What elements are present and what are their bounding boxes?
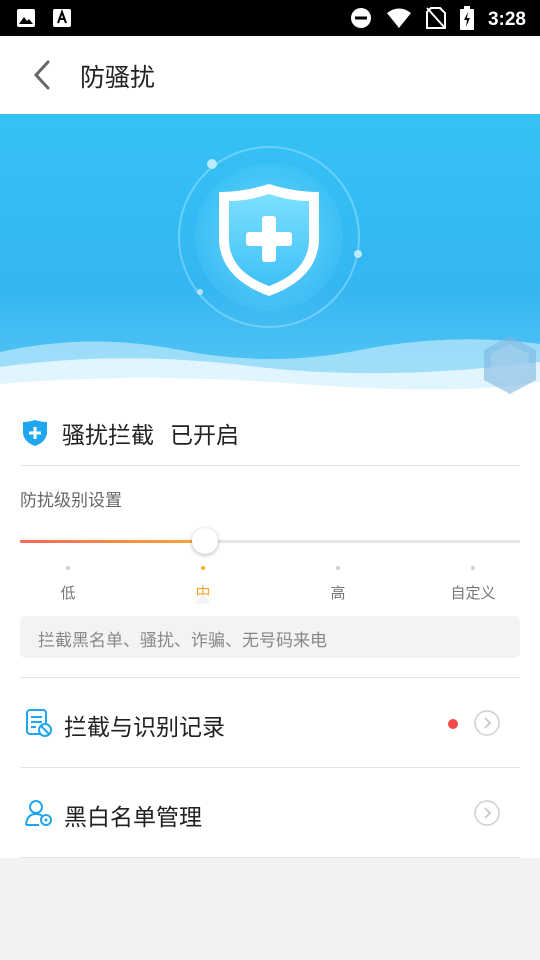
- wifi-icon: [386, 7, 412, 33]
- blacklist-menu-item[interactable]: 黑白名单管理: [0, 768, 540, 856]
- new-badge: [448, 719, 458, 729]
- wave-decoration: [0, 339, 540, 402]
- divider: [20, 857, 520, 858]
- level-section-title: 防扰级别设置: [20, 491, 122, 511]
- hero-banner: [0, 114, 540, 402]
- records-label: 拦截与识别记录: [64, 715, 225, 741]
- image-icon: [16, 8, 36, 32]
- watermark-logo: [482, 334, 538, 400]
- no-sim-icon: [425, 7, 446, 33]
- status-time: 3:28: [487, 9, 526, 30]
- font-a-icon: [52, 8, 72, 32]
- level-option-custom[interactable]: 自定义: [433, 566, 513, 603]
- level-description-box: 拦截黑名单、骚扰、诈骗、无号码来电: [20, 616, 520, 658]
- shield-plus-icon: [176, 144, 366, 338]
- intercept-status-row: 骚扰拦截 已开启: [22, 416, 239, 450]
- level-pointer: [195, 594, 211, 604]
- status-bar: 3:28: [0, 0, 540, 36]
- level-option-label: 高: [330, 584, 346, 602]
- chevron-left-icon: [34, 60, 50, 90]
- level-option-label: 自定义: [450, 584, 496, 602]
- records-menu-item[interactable]: 拦截与识别记录: [0, 678, 540, 766]
- app-header: 防骚扰: [0, 36, 540, 114]
- battery-charging-icon: [459, 6, 474, 34]
- chevron-right-circle-icon: [474, 710, 500, 736]
- level-description: 拦截黑名单、骚扰、诈骗、无号码来电: [38, 631, 327, 651]
- level-option-high[interactable]: 高: [298, 566, 378, 603]
- blacklist-label: 黑白名单管理: [64, 805, 202, 831]
- level-options: 低 中 高 自定义: [0, 566, 540, 606]
- settings-card: 骚扰拦截 已开启 防扰级别设置 低 中 高 自定义 拦截黑名单、骚扰、诈骗、无号…: [0, 402, 540, 858]
- shield-plus-small-icon: [23, 420, 47, 446]
- page-title: 防骚扰: [80, 63, 156, 92]
- intercept-label: 骚扰拦截: [62, 423, 154, 449]
- level-slider[interactable]: [20, 528, 520, 554]
- do-not-disturb-icon: [350, 7, 372, 33]
- slider-thumb[interactable]: [192, 528, 218, 554]
- intercept-state: 已开启: [170, 423, 239, 449]
- back-button[interactable]: [24, 56, 60, 94]
- user-settings-icon: [25, 800, 52, 826]
- level-option-label: 低: [60, 584, 76, 602]
- record-list-icon: [26, 709, 52, 737]
- chevron-right-circle-icon: [474, 800, 500, 826]
- divider: [20, 465, 520, 466]
- slider-fill: [20, 540, 205, 543]
- level-option-low[interactable]: 低: [28, 566, 108, 603]
